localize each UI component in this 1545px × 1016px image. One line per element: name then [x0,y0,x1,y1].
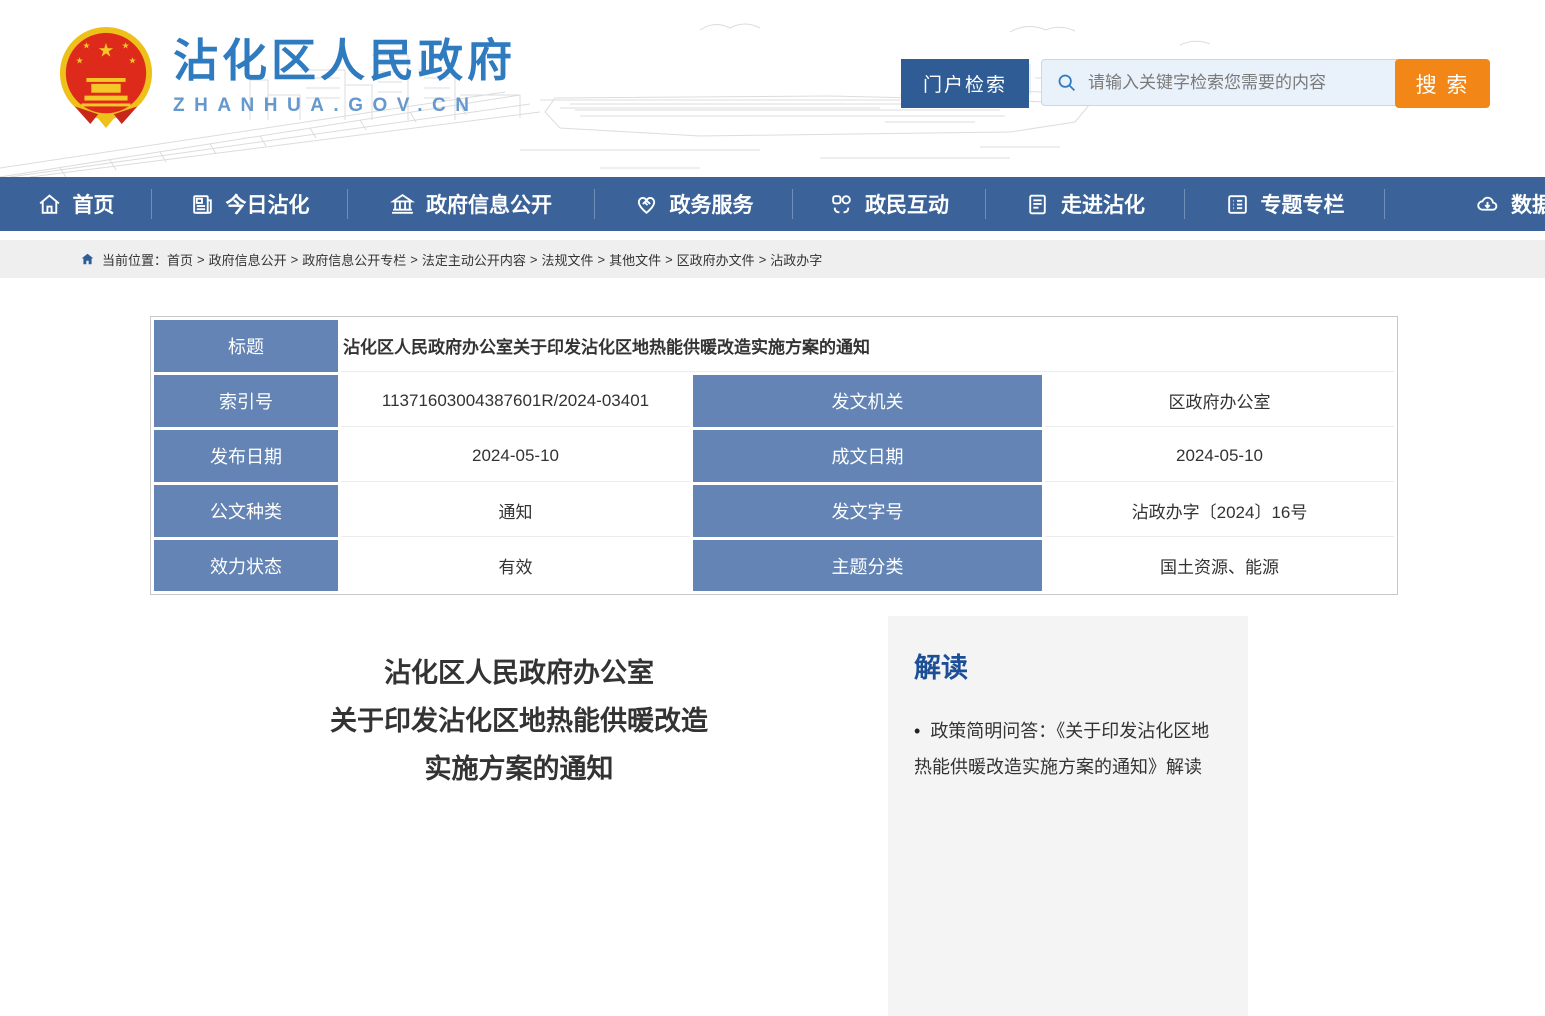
bullet: • [914,721,920,741]
nav-label: 走进沾化 [1061,189,1145,219]
heart-handshake-icon [634,192,659,217]
news-icon [190,192,215,217]
svg-text:★: ★ [98,39,115,60]
nav-label: 首页 [73,189,115,219]
search-icon [1056,72,1077,93]
meta-label: 索引号 [154,375,338,427]
search-input[interactable] [1086,62,1397,104]
meta-label: 标题 [154,320,338,372]
meta-label: 公文种类 [154,485,338,537]
bank-icon [390,192,415,217]
nav-item-home[interactable]: 首页 [0,177,151,231]
people-chat-icon [829,192,854,217]
svg-text:★: ★ [122,41,130,51]
breadcrumb-separator: > [530,252,538,267]
interpretation-panel: 解读 •政策简明问答：《关于印发沾化区地热能供暖改造实施方案的通知》解读 [888,616,1248,1016]
breadcrumb-separator: > [291,252,299,267]
portal-search-button[interactable]: 门户检索 [901,59,1029,108]
breadcrumb-separator: > [597,252,605,267]
svg-text:★: ★ [76,55,84,65]
breadcrumb-prefix: 当前位置： [102,250,167,269]
portal-search-label: 门户检索 [923,70,1007,97]
meta-value: 有效 [341,540,690,591]
meta-label: 发文字号 [693,485,1042,537]
breadcrumb-item[interactable]: 法规文件 [541,250,593,269]
search-box [1041,59,1397,106]
main-content: 标题 沾化区人民政府办公室关于印发沾化区地热能供暖改造实施方案的通知 索引号 1… [0,316,1545,1016]
meta-value: 国土资源、能源 [1045,540,1394,591]
breadcrumb-item[interactable]: 政府信息公开专栏 [302,250,406,269]
breadcrumb-item[interactable]: 首页 [167,250,193,269]
site-domain: ZHANHUA.GOV.CN [173,95,516,117]
meta-title-value: 沾化区人民政府办公室关于印发沾化区地热能供暖改造实施方案的通知 [341,320,1394,372]
table-row: 索引号 11371603004387601R/2024-03401 发文机关 区… [154,375,1394,427]
nav-item-services[interactable]: 政务服务 [595,177,792,231]
meta-value: 11371603004387601R/2024-03401 [341,375,690,427]
nav-item-gov-info[interactable]: 政府信息公开 [348,177,594,231]
meta-label: 发文机关 [693,375,1042,427]
document-icon [1025,192,1050,217]
nav-label: 政民互动 [865,189,949,219]
nav-label: 政府信息公开 [426,189,552,219]
breadcrumb: 当前位置： 首页 > 政府信息公开 > 政府信息公开专栏 > 法定主动公开内容 … [0,240,1545,278]
document-meta-table: 标题 沾化区人民政府办公室关于印发沾化区地热能供暖改造实施方案的通知 索引号 1… [150,316,1398,595]
breadcrumb-separator: > [665,252,673,267]
nav-item-open-data[interactable]: 数据开放 [1385,177,1545,231]
breadcrumb-item[interactable]: 区政府办文件 [677,250,755,269]
nav-label: 政务服务 [670,189,754,219]
nav-item-interaction[interactable]: 政民互动 [793,177,985,231]
nav-item-about[interactable]: 走进沾化 [986,177,1184,231]
site-title: 沾化区人民政府 [173,38,516,83]
document-title: 沾化区人民政府办公室 关于印发沾化区地热能供暖改造 实施方案的通知 [150,649,888,793]
table-row: 公文种类 通知 发文字号 沾政办字〔2024〕16号 [154,485,1394,537]
meta-value: 2024-05-10 [341,430,690,482]
breadcrumb-separator: > [197,252,205,267]
home-icon [80,252,95,266]
site-header: ★ ★ ★ ★ ★ 沾化区人民政府 ZHANHUA.GOV.CN 门户检索 [0,0,1545,177]
meta-value: 通知 [341,485,690,537]
nav-item-today[interactable]: 今日沾化 [152,177,347,231]
breadcrumb-item[interactable]: 法定主动公开内容 [422,250,526,269]
meta-label: 发布日期 [154,430,338,482]
nav-label: 专题专栏 [1261,189,1345,219]
table-row: 效力状态 有效 主题分类 国土资源、能源 [154,540,1394,591]
svg-text:★: ★ [82,41,90,51]
national-emblem-logo: ★ ★ ★ ★ ★ [57,24,155,132]
meta-label: 主题分类 [693,540,1042,591]
nav-item-special-columns[interactable]: 专题专栏 [1185,177,1384,231]
breadcrumb-item[interactable]: 政府信息公开 [209,250,287,269]
breadcrumb-item[interactable]: 沾政办字 [770,250,822,269]
meta-value: 区政府办公室 [1045,375,1394,427]
home-icon [37,192,62,217]
document-body-column: 沾化区人民政府办公室 关于印发沾化区地热能供暖改造 实施方案的通知 [0,595,888,793]
meta-label: 成文日期 [693,430,1042,482]
cloud-download-icon [1475,192,1500,217]
interpretation-heading: 解读 [914,646,1222,685]
interpretation-link[interactable]: •政策简明问答：《关于印发沾化区地热能供暖改造实施方案的通知》解读 [914,713,1222,785]
main-nav: 首页 今日沾化 政府信息公开 政务服务 政民互动 走进沾化 [0,177,1545,231]
document-title-line: 实施方案的通知 [150,745,888,793]
nav-label: 今日沾化 [226,189,310,219]
search-button[interactable]: 搜 索 [1395,59,1490,108]
meta-value: 沾政办字〔2024〕16号 [1045,485,1394,537]
document-title-line: 关于印发沾化区地热能供暖改造 [150,697,888,745]
table-row: 标题 沾化区人民政府办公室关于印发沾化区地热能供暖改造实施方案的通知 [154,320,1394,372]
breadcrumb-separator: > [410,252,418,267]
breadcrumb-item[interactable]: 其他文件 [609,250,661,269]
svg-text:★: ★ [129,55,137,65]
list-icon [1225,192,1250,217]
meta-value: 2024-05-10 [1045,430,1394,482]
interpretation-link-text: 政策简明问答：《关于印发沾化区地热能供暖改造实施方案的通知》解读 [914,721,1209,777]
breadcrumb-separator: > [759,252,767,267]
table-row: 发布日期 2024-05-10 成文日期 2024-05-10 [154,430,1394,482]
meta-label: 效力状态 [154,540,338,591]
document-title-line: 沾化区人民政府办公室 [150,649,888,697]
nav-label: 数据开放 [1511,189,1545,219]
